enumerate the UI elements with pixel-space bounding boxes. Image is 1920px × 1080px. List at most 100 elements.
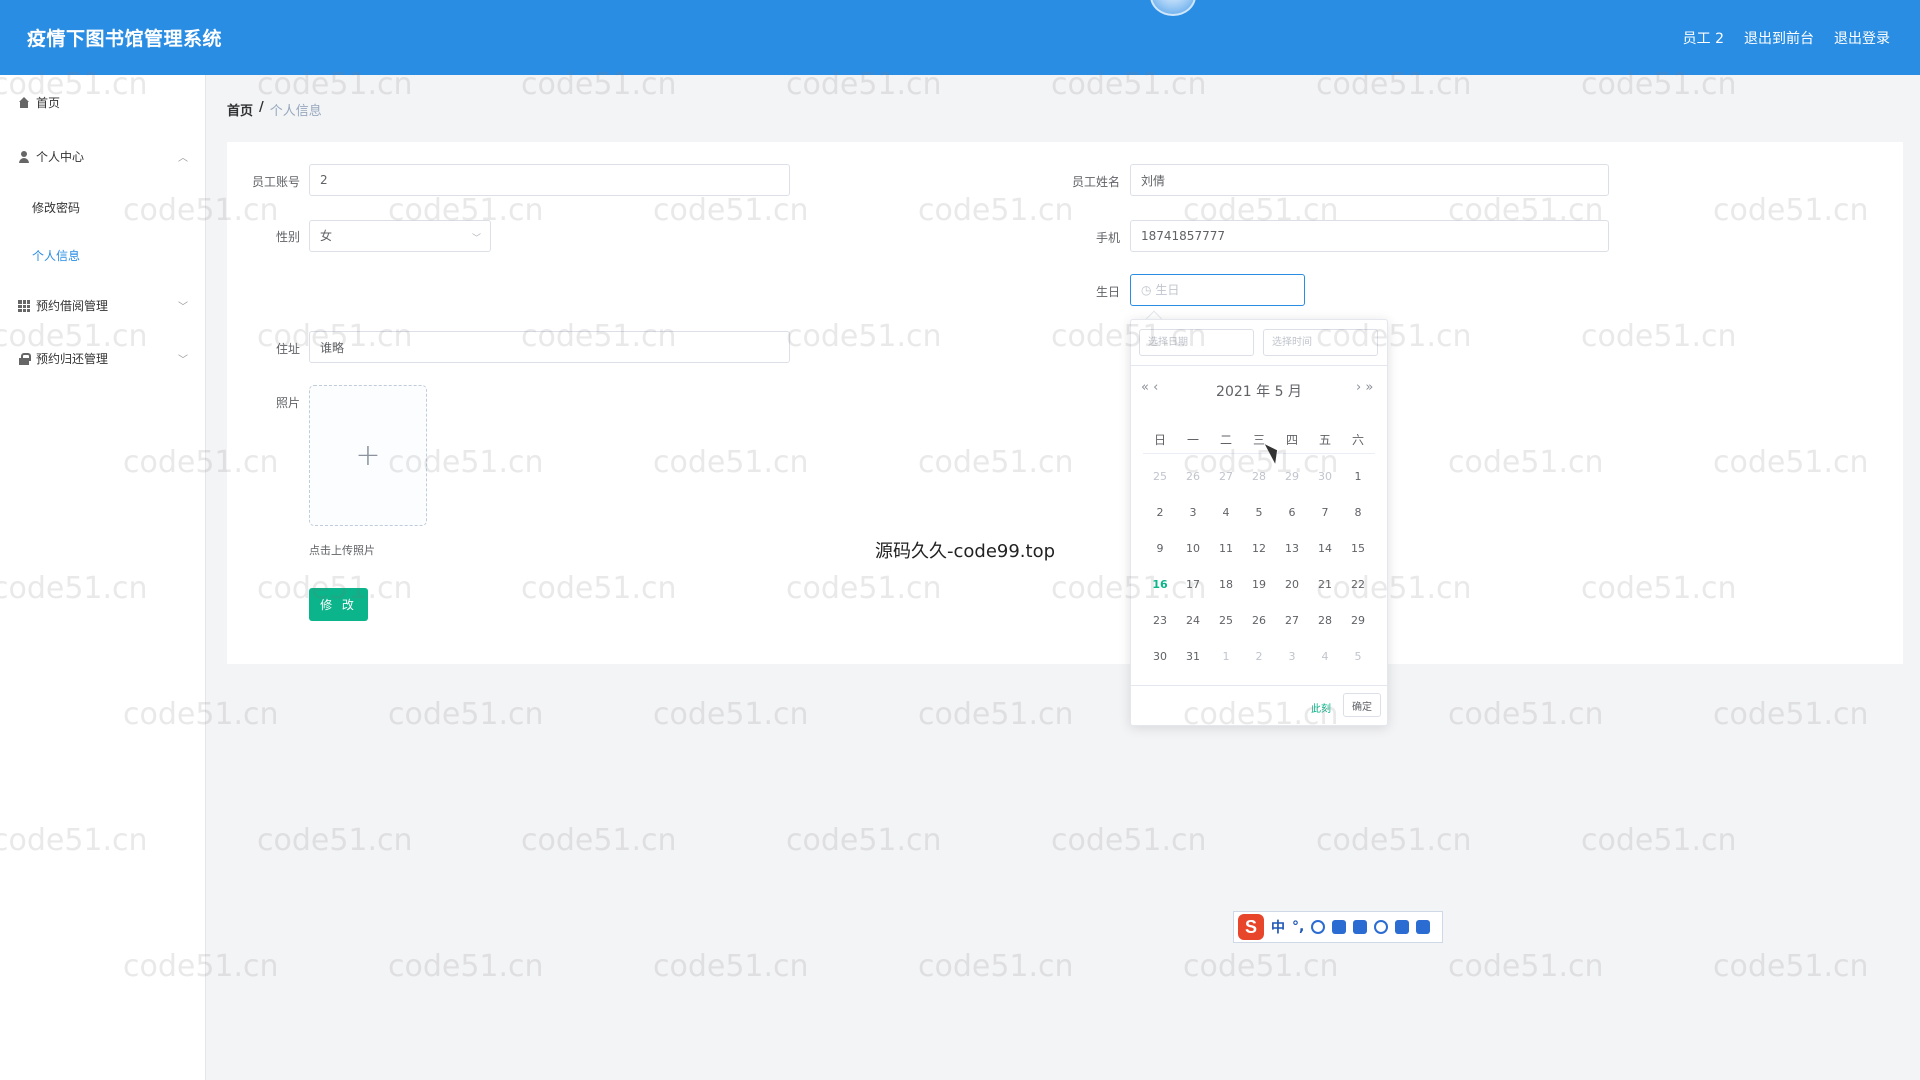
- current-user-label[interactable]: 员工 2: [1683, 28, 1724, 48]
- gender-select[interactable]: 女: [309, 220, 491, 252]
- breadcrumb-home[interactable]: 首页: [227, 100, 253, 119]
- birthday-placeholder: 生日: [1155, 283, 1180, 297]
- weekday-label: 日: [1153, 433, 1166, 447]
- next-month-year-button[interactable]: › »: [1356, 380, 1373, 395]
- calendar-day[interactable]: 14: [1310, 542, 1340, 555]
- microphone-icon[interactable]: [1332, 920, 1347, 934]
- calendar-day[interactable]: 29: [1343, 614, 1373, 627]
- sidebar-item-label: 首页: [36, 96, 61, 110]
- calendar-day[interactable]: 2: [1244, 650, 1274, 663]
- now-button[interactable]: 此刻: [1311, 700, 1331, 715]
- skin-icon[interactable]: [1395, 920, 1410, 934]
- calendar-day[interactable]: 27: [1211, 470, 1241, 483]
- calendar-day[interactable]: 23: [1145, 614, 1175, 627]
- calendar-day[interactable]: 30: [1145, 650, 1175, 663]
- back-to-front-link[interactable]: 退出到前台: [1744, 28, 1814, 48]
- toolbox-icon[interactable]: [1416, 920, 1431, 934]
- calendar-day[interactable]: 28: [1310, 614, 1340, 627]
- calendar-day[interactable]: 21: [1310, 578, 1340, 591]
- calendar-day[interactable]: 29: [1277, 470, 1307, 483]
- sogou-logo-icon[interactable]: S: [1238, 914, 1264, 940]
- sidebar-item-home[interactable]: 首页: [18, 94, 60, 111]
- calendar-day[interactable]: 3: [1178, 506, 1208, 519]
- calendar-day[interactable]: 2: [1145, 506, 1175, 519]
- pick-date-input[interactable]: 选择日期: [1139, 329, 1254, 356]
- plus-icon: +: [355, 438, 381, 473]
- birthday-input[interactable]: ◷ 生日: [1130, 274, 1305, 306]
- calendar-day[interactable]: 1: [1343, 470, 1373, 483]
- calendar-day[interactable]: 13: [1277, 542, 1307, 555]
- calendar-day[interactable]: 28: [1244, 470, 1274, 483]
- calendar-day[interactable]: 17: [1178, 578, 1208, 591]
- sidebar-item-change-password[interactable]: 修改密码: [32, 199, 80, 216]
- home-icon: [18, 96, 30, 109]
- address-input[interactable]: [309, 331, 790, 363]
- breadcrumb-current: 个人信息: [269, 104, 322, 119]
- calendar-day[interactable]: 18: [1211, 578, 1241, 591]
- calendar-day[interactable]: 9: [1145, 542, 1175, 555]
- calendar-day[interactable]: 5: [1343, 650, 1373, 663]
- calendar-day[interactable]: 25: [1211, 614, 1241, 627]
- calendar-day[interactable]: 30: [1310, 470, 1340, 483]
- weekday-label: 一: [1186, 433, 1199, 447]
- ime-punct-toggle[interactable]: °,: [1292, 919, 1304, 935]
- keyboard-icon[interactable]: [1353, 920, 1368, 934]
- name-input[interactable]: [1130, 164, 1609, 196]
- calendar-day[interactable]: 6: [1277, 506, 1307, 519]
- calendar-day[interactable]: 26: [1244, 614, 1274, 627]
- calendar-day[interactable]: 10: [1178, 542, 1208, 555]
- calendar-day[interactable]: 24: [1178, 614, 1208, 627]
- calendar-day[interactable]: 5: [1244, 506, 1274, 519]
- picker-header: 选择日期 选择时间: [1131, 320, 1387, 366]
- sidebar-item-return-mgmt[interactable]: 预约归还管理 ﹀: [18, 350, 188, 367]
- weekday-label: 六: [1351, 433, 1364, 447]
- phone-input[interactable]: [1130, 220, 1609, 252]
- watermark-text: code51.cn: [1713, 949, 1869, 984]
- calendar-day[interactable]: 12: [1244, 542, 1274, 555]
- photo-upload-box[interactable]: +: [309, 385, 427, 526]
- calendar-day[interactable]: 1: [1211, 650, 1241, 663]
- user-icon[interactable]: [1374, 920, 1389, 934]
- ime-mode-toggle[interactable]: 中: [1271, 917, 1285, 937]
- calendar-day[interactable]: 22: [1343, 578, 1373, 591]
- watermark-text: code51.cn: [1183, 949, 1339, 984]
- center-watermark: 源码久久-code99.top: [875, 541, 1056, 562]
- logout-link[interactable]: 退出登录: [1834, 28, 1890, 48]
- photo-label: 照片: [275, 396, 300, 410]
- chevron-up-icon: ︿: [178, 153, 188, 164]
- calendar-day[interactable]: 15: [1343, 542, 1373, 555]
- sidebar-item-personal-info[interactable]: 个人信息: [32, 247, 80, 264]
- calendar-day[interactable]: 3: [1277, 650, 1307, 663]
- calendar-day[interactable]: 27: [1277, 614, 1307, 627]
- lock-icon: [18, 352, 31, 365]
- confirm-button[interactable]: 确定: [1343, 693, 1381, 717]
- watermark-text: code51.cn: [1051, 823, 1207, 858]
- calendar-day[interactable]: 19: [1244, 578, 1274, 591]
- calendar-day[interactable]: 26: [1178, 470, 1208, 483]
- picker-title[interactable]: 2021 年 5 月: [1131, 381, 1387, 401]
- chevron-down-icon: ﹀: [472, 234, 482, 244]
- weekday-label: 五: [1318, 433, 1331, 447]
- calendar-day[interactable]: 4: [1310, 650, 1340, 663]
- calendar-day[interactable]: 8: [1343, 506, 1373, 519]
- calendar-day[interactable]: 11: [1211, 542, 1241, 555]
- header-links: 员工 2 退出到前台 退出登录: [1683, 28, 1890, 48]
- sidebar-item-personal-center[interactable]: 个人中心 ︿: [18, 148, 188, 165]
- watermark-text: code51.cn: [1316, 823, 1472, 858]
- calendar-day[interactable]: 20: [1277, 578, 1307, 591]
- calendar-day[interactable]: 7: [1310, 506, 1340, 519]
- calendar-day[interactable]: 4: [1211, 506, 1241, 519]
- watermark-text: code51.cn: [388, 697, 544, 732]
- address-label: 住址: [275, 342, 300, 356]
- calendar-day[interactable]: 31: [1178, 650, 1208, 663]
- calendar-day-today[interactable]: 16: [1145, 578, 1175, 591]
- account-input[interactable]: [309, 164, 790, 196]
- sidebar-item-borrow-mgmt[interactable]: 预约借阅管理 ﹀: [18, 297, 188, 314]
- chevron-down-icon: ﹀: [178, 302, 188, 313]
- calendar-day[interactable]: 25: [1145, 470, 1175, 483]
- pick-time-input[interactable]: 选择时间: [1263, 329, 1378, 356]
- floating-orb-icon[interactable]: [1150, 0, 1196, 16]
- app-title: 疫情下图书馆管理系统: [27, 28, 223, 50]
- emoji-icon[interactable]: [1311, 920, 1326, 934]
- modify-button[interactable]: 修 改: [309, 588, 368, 621]
